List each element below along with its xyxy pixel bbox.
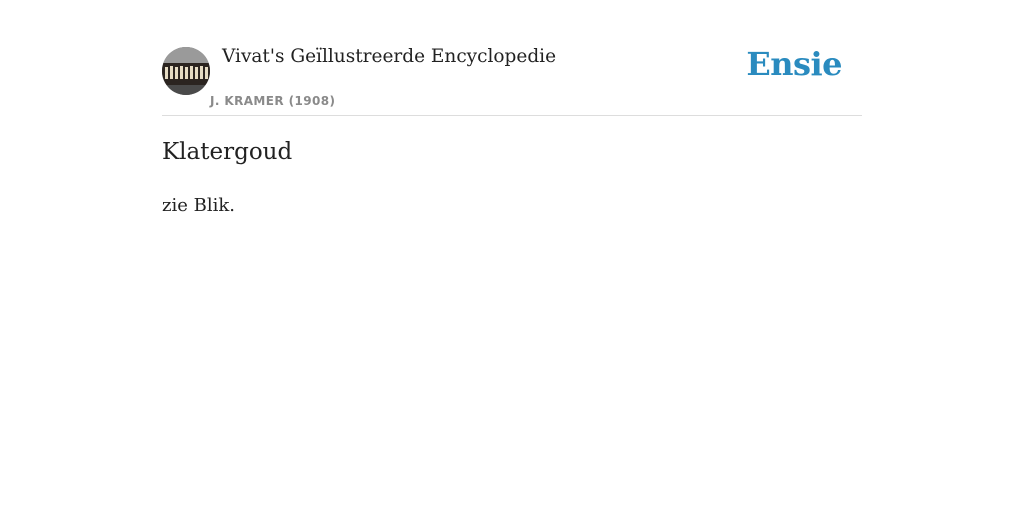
site-header: Vivat's Geïllustreerde Encyclopedie J. K… [162, 0, 862, 116]
book-spines-icon[interactable] [162, 47, 210, 95]
book-author-link[interactable]: J. KRAMER (1908) [210, 94, 335, 108]
entry-title: Klatergoud [162, 139, 293, 165]
ensie-logo-link[interactable]: Ensie [746, 48, 842, 80]
book-title-link[interactable]: Vivat's Geïllustreerde Encyclopedie [222, 46, 556, 67]
page-container: Vivat's Geïllustreerde Encyclopedie J. K… [162, 0, 862, 216]
entry-body: zie Blik. [162, 195, 235, 216]
